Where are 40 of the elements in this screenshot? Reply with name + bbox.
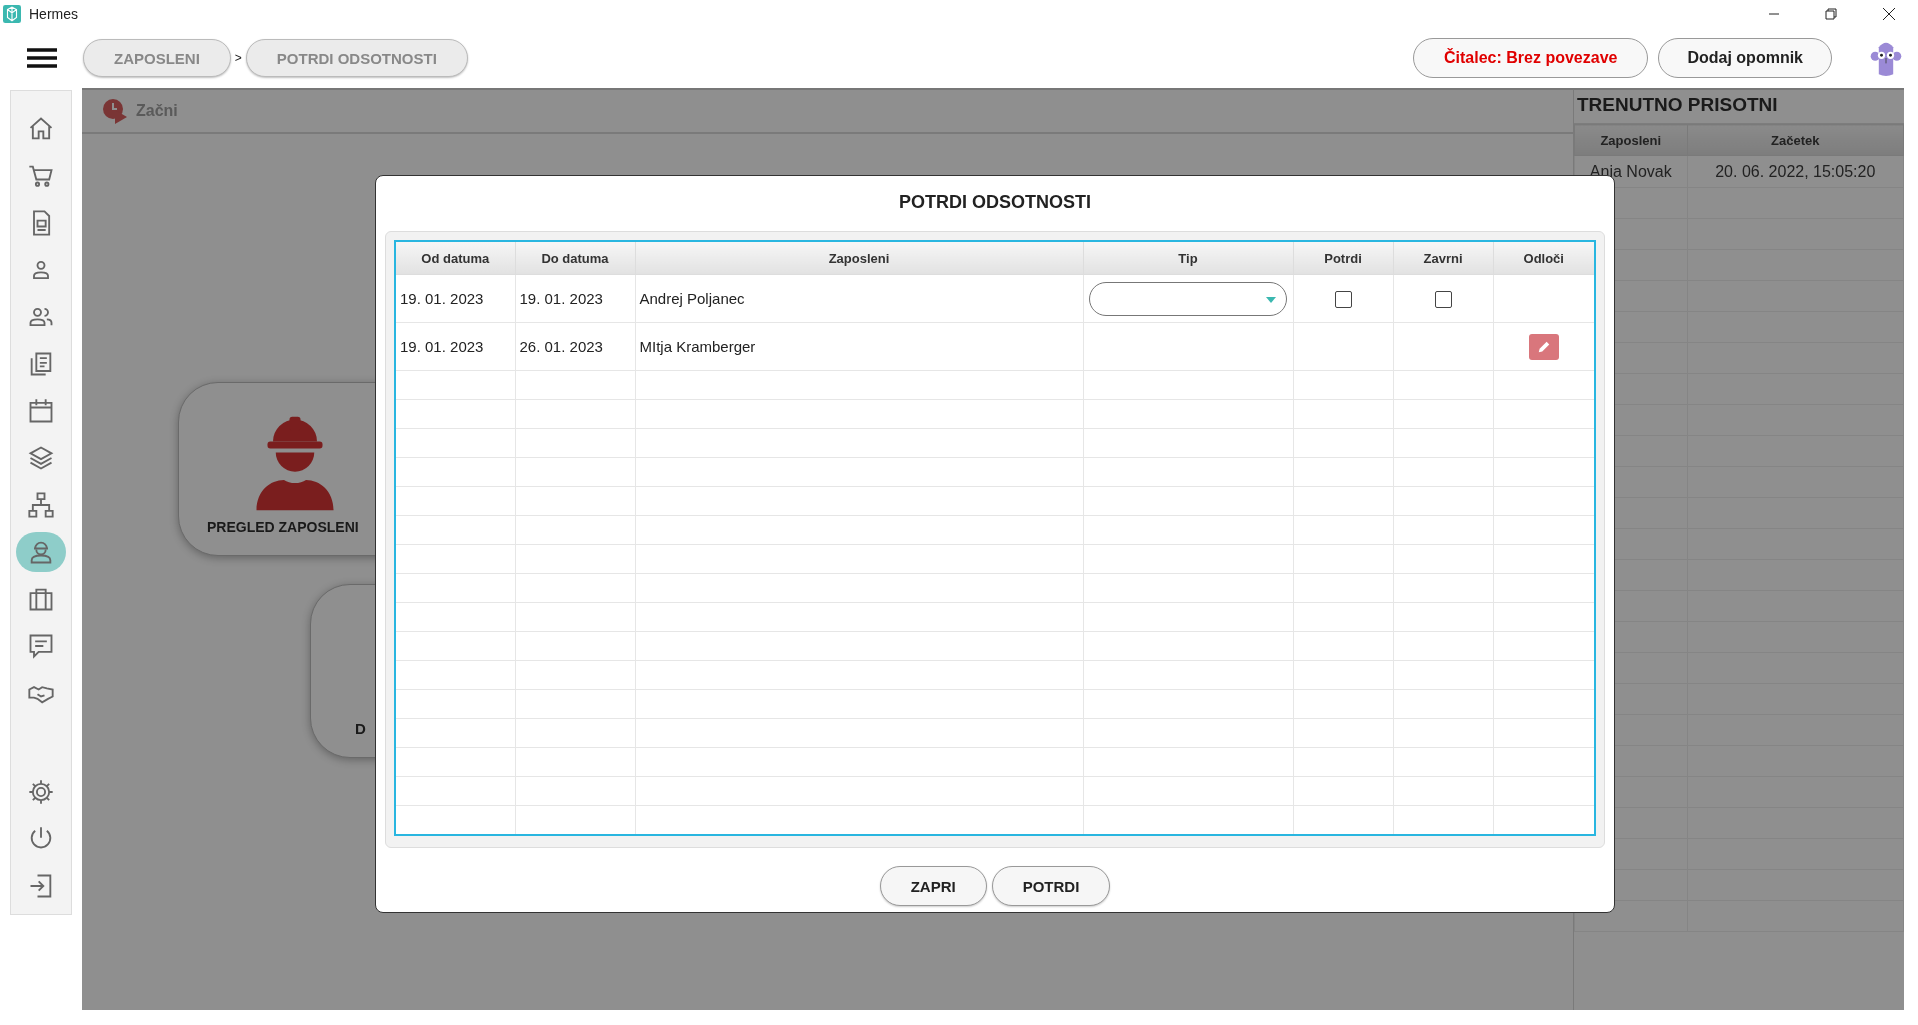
layers-icon	[27, 444, 55, 472]
table-cell: Andrej Poljanec	[639, 290, 745, 307]
breadcrumb-button[interactable]: ZAPOSLENI	[83, 39, 231, 77]
column-header: Zavrni	[1393, 241, 1493, 275]
column-header: Odloči	[1493, 241, 1595, 275]
window-title: Hermes	[29, 6, 78, 22]
breadcrumb-separator: >	[234, 51, 242, 65]
close-icon[interactable]	[1882, 7, 1896, 21]
calendar-icon	[27, 397, 55, 425]
column-header: Zaposleni	[635, 241, 1083, 275]
table-cell: 19. 01. 2023	[519, 290, 603, 307]
table-cell: 19. 01. 2023	[400, 290, 484, 307]
confirm-checkbox[interactable]	[1334, 290, 1352, 308]
column-header: Zaposleni	[1574, 124, 1688, 156]
column-header: Do datuma	[515, 241, 635, 275]
menu-icon[interactable]	[27, 47, 57, 69]
pencil-icon	[1536, 339, 1551, 354]
dialog-button[interactable]: POTRDI	[991, 866, 1111, 906]
caret-icon	[1266, 296, 1276, 303]
table-cell: 20. 06. 2022, 15:05:20	[1687, 155, 1904, 188]
table-cell: 26. 01. 2023	[519, 338, 603, 355]
table-cell: MItja Kramberger	[639, 338, 756, 355]
column-header: Od datuma	[395, 241, 515, 275]
header-button[interactable]: Čitalec: Brez povezave	[1413, 38, 1649, 78]
chat-icon	[27, 632, 55, 660]
breadcrumb-button[interactable]: POTRDI ODSOTNOSTI	[245, 39, 468, 77]
sidebar-item[interactable]	[16, 532, 66, 572]
header-button[interactable]: Dodaj opomnik	[1658, 38, 1832, 78]
column-header: Začetek	[1687, 124, 1904, 156]
edit-button[interactable]	[1528, 333, 1559, 360]
table-cell: 19. 01. 2023	[400, 338, 484, 355]
reject-checkbox[interactable]	[1434, 290, 1452, 308]
hierarchy-icon	[27, 491, 55, 519]
restore-icon[interactable]	[1825, 8, 1837, 20]
column-header: Potrdi	[1293, 241, 1393, 275]
dialog-button[interactable]: ZAPRI	[879, 866, 987, 906]
column-header: Tip	[1083, 241, 1293, 275]
settings-icon	[27, 778, 55, 806]
app-logo-icon	[3, 5, 21, 23]
dialog-title: POTRDI ODSOTNOSTI	[899, 192, 1091, 213]
